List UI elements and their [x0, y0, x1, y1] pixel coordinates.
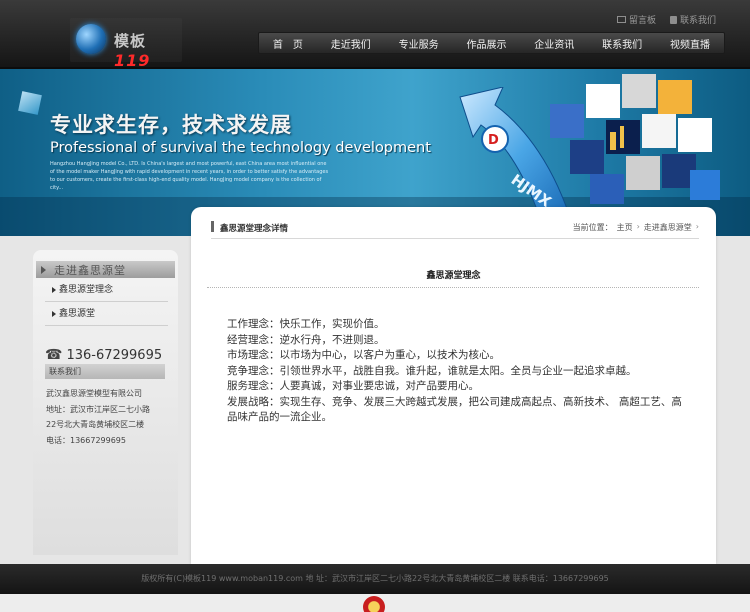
- svg-text:D: D: [488, 133, 499, 148]
- article-line: 经营理念：逆水行舟，不进则退。: [227, 333, 385, 346]
- breadcrumb-about[interactable]: 走进鑫思源堂: [644, 222, 692, 233]
- site-header: 模板119 留言板 联系我们 首 页 走近我们 专业服务 作品展示 企业资讯 联…: [0, 0, 750, 70]
- article-line: 市场理念：以市场为中心，以客户为重心，以技术为核心。: [227, 349, 500, 361]
- chevron-right-icon: ›: [636, 222, 640, 231]
- nav-contact[interactable]: 联系我们: [594, 36, 650, 51]
- article-title: 鑫思源堂理念: [426, 271, 481, 281]
- top-links: 留言板 联系我们: [616, 13, 716, 26]
- guestbook-link[interactable]: 留言板: [616, 13, 656, 26]
- breadcrumb-label: 当前位置：: [572, 223, 613, 232]
- nav-home[interactable]: 首 页: [265, 36, 311, 51]
- main-nav: 首 页 走近我们 专业服务 作品展示 企业资讯 联系我们 视频直播: [258, 32, 725, 54]
- sidebar-title-text: 走进鑫思源堂: [54, 264, 126, 277]
- nav-works[interactable]: 作品展示: [458, 36, 514, 51]
- police-badge-icon[interactable]: [363, 596, 385, 612]
- heading-marker: [211, 221, 214, 232]
- breadcrumb: 当前位置： 主页 › 走进鑫思源堂 ›: [573, 222, 699, 233]
- contact-link[interactable]: 联系我们: [669, 13, 716, 26]
- divider: [207, 287, 699, 288]
- sidebar-item-company[interactable]: 鑫思源堂: [45, 302, 168, 326]
- site-logo[interactable]: 模板119: [70, 18, 182, 70]
- article-line: 发展战略：实现生存、竞争、发展三大跨越式发展，把公司建成高起点、高新技术、 高超…: [227, 395, 682, 424]
- guestbook-label: 留言板: [628, 16, 656, 26]
- phone-number: 136-67299695: [66, 347, 163, 363]
- contact-heading: 联系我们: [45, 364, 165, 379]
- footer-text: 版权所有(C)模板119 www.moban119.com 地 址：武汉市江岸区…: [141, 574, 609, 583]
- sidebar-item-philosophy[interactable]: 鑫思源堂理念: [45, 278, 168, 302]
- panel-heading: 鑫思源堂理念详情: [220, 224, 289, 234]
- contact-line: 22号北大青岛黄埔校区二楼: [46, 420, 145, 429]
- article-line: 工作理念：快乐工作，实现价值。: [227, 318, 385, 330]
- article-line: 服务理念：人要真诚，对事业要忠诚，对产品要用心。: [227, 380, 479, 392]
- contact-line: 电话：13667299695: [46, 435, 126, 445]
- mail-icon: [616, 16, 626, 23]
- panel-header: 鑫思源堂理念详情 当前位置： 主页 › 走进鑫思源堂 ›: [211, 219, 699, 239]
- contact-phone: ☎ 136-67299695: [45, 347, 162, 363]
- site-footer: 版权所有(C)模板119 www.moban119.com 地 址：武汉市江岸区…: [0, 564, 750, 594]
- sidebar-title: 走进鑫思源堂: [36, 261, 175, 278]
- telephone-icon: ☎: [45, 347, 63, 363]
- phone-icon: [669, 15, 677, 24]
- cube-icon: [18, 91, 42, 115]
- nav-news[interactable]: 企业资讯: [526, 36, 582, 51]
- banner-intro: Hangzhou HangJing model Co., LTD. Is Chi…: [50, 161, 329, 191]
- chevron-right-icon: ›: [695, 222, 699, 231]
- cubes-graphic: [550, 74, 720, 204]
- article-line: 竞争理念：引领世界水平，战胜自我。谁升起，谁就是太阳。全员与企业一起追求卓越。: [227, 364, 637, 377]
- banner-slogan-en: Professional of survival the technology …: [50, 140, 431, 156]
- nav-about[interactable]: 走近我们: [323, 36, 379, 51]
- contact-line: 地址：武汉市江岸区二七小路: [46, 404, 150, 414]
- sidebar: 走进鑫思源堂 鑫思源堂理念 鑫思源堂 ☎ 136-67299695 联系我们 武…: [33, 250, 178, 555]
- breadcrumb-home[interactable]: 主页: [617, 222, 633, 233]
- nav-services[interactable]: 专业服务: [391, 36, 447, 51]
- main-panel: 鑫思源堂理念详情 当前位置： 主页 › 走进鑫思源堂 › 鑫思源堂理念 工作理念…: [191, 207, 716, 564]
- banner-slogan-cn: 专业求生存，技术求发展: [50, 113, 292, 137]
- contact-info: 武汉鑫思源堂模型有限公司 地址：武汉市江岸区二七小路 22号北大青岛黄埔校区二楼…: [46, 386, 170, 448]
- article-body: 工作理念：快乐工作，实现价值。 经营理念：逆水行舟，不进则退。 市场理念：以市场…: [227, 317, 689, 426]
- contact-label: 联系我们: [679, 16, 716, 26]
- nav-video[interactable]: 视频直播: [662, 36, 718, 51]
- globe-icon: [76, 24, 106, 54]
- contact-line: 武汉鑫思源堂模型有限公司: [46, 389, 142, 398]
- logo-text: 模板119: [114, 32, 151, 70]
